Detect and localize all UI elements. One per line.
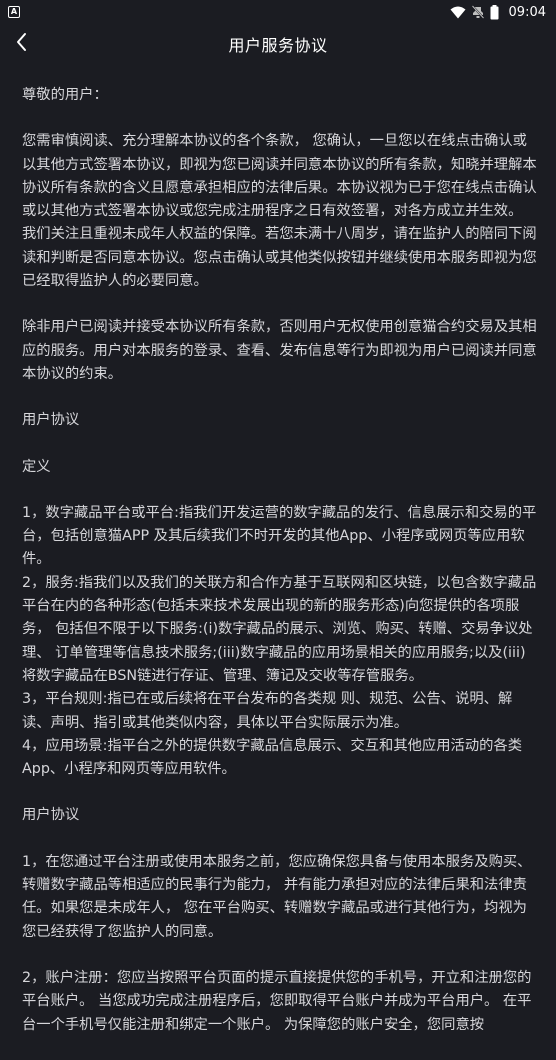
section-title-user-agreement-2: 用户协议 — [22, 807, 80, 824]
definition-item-3: 3，平台规则:指已在或后续将在平台发布的各类规 则、规范、公告、说明、解读、声明… — [22, 691, 513, 731]
intro-paragraph-2: 除非用户已阅读并接受本协议所有条款，否则用户无权使用创意猫合约交易及其相应的服务… — [22, 319, 537, 382]
status-left: A — [8, 6, 20, 18]
term-item-1: 1，在您通过平台注册或使用本服务之前，您应确保您具备与使用本服务及购买、转赠数字… — [22, 853, 532, 940]
clock: 09:04 — [508, 4, 546, 20]
status-right: 09:04 — [450, 4, 546, 20]
agreement-content[interactable]: 尊敬的用户： 您需审慎阅读、充分理解本协议的各个条款， 您确认，一旦您以在线点击… — [22, 84, 538, 1060]
status-bar: A 09:04 — [0, 0, 556, 24]
definition-item-4: 4，应用场景:指平台之外的提供数字藏品信息展示、交互和其他应用活动的各类App、… — [22, 737, 523, 778]
app-header: 用户服务协议 — [0, 24, 556, 64]
greeting: 尊敬的用户： — [22, 87, 108, 103]
chevron-left-icon — [15, 32, 29, 56]
mute-icon — [471, 5, 484, 19]
definition-item-1: 1，数字藏品平台或平台:指我们开发运营的数字藏品的发行、信息展示和交易的平台，包… — [22, 504, 537, 568]
battery-icon — [490, 4, 499, 20]
wifi-icon — [450, 6, 466, 19]
section-title-definitions: 定义 — [22, 458, 51, 475]
term-item-2: 2，账户注册：您应当按照平台页面的提示直接提供您的手机号，开立和注册您的平台账户… — [22, 969, 532, 1033]
intro-paragraph-1: 您需审慎阅读、充分理解本协议的各个条款， 您确认，一旦您以在线点击确认或以其他方… — [22, 133, 537, 290]
definition-item-2: 2，服务:指我们以及我们的关联方和合作方基于互联网和区块链，以包含数字藏品平台在… — [22, 574, 537, 684]
notification-a-icon: A — [8, 6, 20, 18]
page-title: 用户服务协议 — [228, 36, 328, 55]
section-title-user-agreement: 用户协议 — [22, 412, 80, 429]
back-button[interactable] — [8, 30, 36, 58]
